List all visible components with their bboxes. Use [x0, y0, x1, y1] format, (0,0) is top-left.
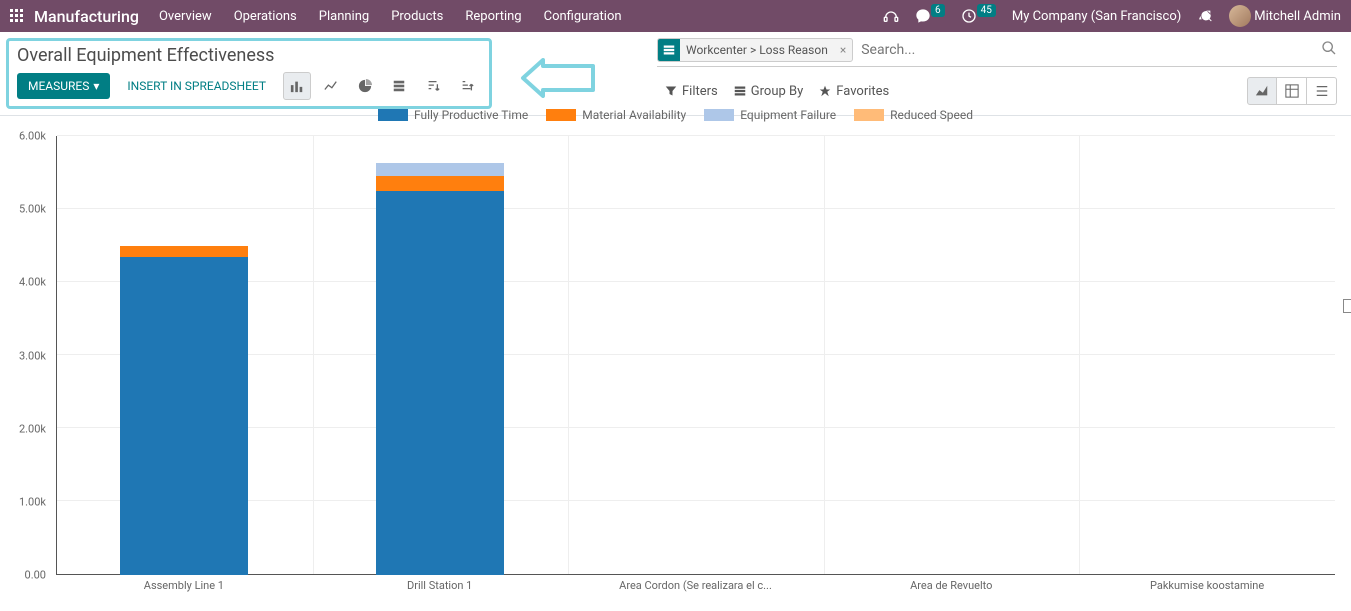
bar-segment [120, 246, 248, 257]
menu-products[interactable]: Products [391, 9, 443, 24]
view-switcher [1247, 77, 1337, 105]
favorites-button[interactable]: Favorites [811, 80, 897, 103]
search-panel: Workcenter > Loss Reason × Filters Group… [657, 38, 1337, 105]
legend-label: Fully Productive Time [414, 108, 528, 122]
caret-down-icon: ▾ [93, 79, 99, 93]
top-nav: Manufacturing Overview Operations Planni… [0, 0, 1351, 32]
tool-row: Filters Group By Favorites [657, 77, 1337, 105]
insert-spreadsheet-button[interactable]: INSERT IN SPREADSHEET [116, 73, 277, 99]
y-tick: 0.00 [25, 569, 46, 582]
user-menu[interactable]: Mitchell Admin [1229, 5, 1341, 27]
bar-column[interactable] [1143, 136, 1271, 575]
list-view-icon[interactable] [1307, 77, 1337, 105]
legend-label: Material Availability [582, 108, 686, 122]
bar-segment [376, 163, 504, 176]
x-label: Area de Revuelto [910, 579, 992, 592]
bar-column[interactable] [376, 136, 504, 575]
y-tick: 4.00k [19, 276, 46, 289]
chart-plot: 0.00 1.00k 2.00k 3.00k 4.00k 5.00k 6.00k Assem… [10, 128, 1341, 611]
measures-button[interactable]: MEASURES ▾ [17, 73, 110, 99]
sort-asc-icon[interactable] [453, 72, 481, 100]
measures-label: MEASURES [28, 79, 89, 93]
y-tick: 5.00k [19, 203, 46, 216]
search-icon[interactable] [1321, 40, 1337, 60]
groupby-facet-icon [658, 39, 680, 61]
groupby-label: Group By [751, 84, 804, 99]
x-label: Area Cordon (Se realizara el c... [619, 579, 772, 592]
bar-segment [376, 191, 504, 575]
page-title: Overall Equipment Effectiveness [17, 45, 481, 66]
legend-item[interactable]: Material Availability [546, 108, 686, 122]
debug-icon[interactable] [1197, 8, 1213, 24]
arrow-annotation [518, 58, 598, 102]
highlighted-region: Overall Equipment Effectiveness MEASURES… [6, 38, 492, 109]
menu-configuration[interactable]: Configuration [544, 9, 622, 24]
menu-reporting[interactable]: Reporting [465, 9, 521, 24]
favorites-label: Favorites [836, 84, 889, 99]
pie-chart-icon[interactable] [351, 72, 379, 100]
y-tick: 6.00k [19, 130, 46, 143]
apps-icon[interactable] [10, 9, 24, 23]
search-facet: Workcenter > Loss Reason × [657, 38, 853, 62]
company-switcher[interactable]: My Company (San Francisco) [1012, 9, 1181, 24]
bar-segment [120, 257, 248, 575]
legend-item[interactable]: Equipment Failure [704, 108, 836, 122]
x-label: Drill Station 1 [407, 579, 472, 592]
support-icon[interactable] [883, 8, 899, 24]
search-input[interactable] [853, 40, 1321, 60]
bar-segment [376, 176, 504, 191]
x-axis-labels: Assembly Line 1 Drill Station 1 Area Cordo… [56, 579, 1335, 599]
legend-swatch [854, 109, 884, 121]
messaging-icon[interactable]: 6 [915, 8, 945, 24]
topnav-right: 6 45 My Company (San Francisco) Mitchell… [883, 5, 1341, 27]
pivot-view-icon[interactable] [1277, 77, 1307, 105]
legend-item[interactable]: Reduced Speed [854, 108, 973, 122]
activity-badge: 45 [977, 4, 996, 17]
sort-desc-icon[interactable] [419, 72, 447, 100]
app-brand[interactable]: Manufacturing [34, 7, 139, 26]
bar-column[interactable] [120, 136, 248, 575]
y-tick: 3.00k [19, 349, 46, 362]
graph-view-icon[interactable] [1247, 77, 1277, 105]
legend-label: Equipment Failure [740, 108, 836, 122]
y-tick: 2.00k [19, 422, 46, 435]
x-label: Pakkumise koostamine [1150, 579, 1264, 592]
bar-column[interactable] [632, 136, 760, 575]
facet-remove-icon[interactable]: × [834, 43, 852, 57]
search-row: Workcenter > Loss Reason × [657, 38, 1337, 67]
user-name: Mitchell Admin [1254, 9, 1341, 24]
menu-operations[interactable]: Operations [234, 9, 297, 24]
menu-overview[interactable]: Overview [159, 9, 212, 24]
right-edge-handle[interactable] [1343, 299, 1351, 313]
y-tick: 1.00k [19, 495, 46, 508]
left-toolbar: MEASURES ▾ INSERT IN SPREADSHEET [17, 72, 481, 100]
legend-item[interactable]: Fully Productive Time [378, 108, 528, 122]
filters-label: Filters [682, 84, 718, 99]
bar-chart-icon[interactable] [283, 72, 311, 100]
chart-legend: Fully Productive Time Material Availabili… [0, 104, 1351, 124]
stacked-icon[interactable] [385, 72, 413, 100]
chart-bars [56, 136, 1335, 575]
legend-swatch [704, 109, 734, 121]
bar-column[interactable] [887, 136, 1015, 575]
avatar [1229, 5, 1251, 27]
groupby-button[interactable]: Group By [726, 80, 812, 103]
activity-icon[interactable]: 45 [961, 8, 996, 24]
main-menu: Overview Operations Planning Products Re… [159, 9, 622, 24]
legend-label: Reduced Speed [890, 108, 973, 122]
x-label: Assembly Line 1 [144, 579, 224, 592]
messaging-badge: 6 [931, 4, 945, 17]
legend-swatch [378, 109, 408, 121]
filters-button[interactable]: Filters [657, 80, 726, 103]
facet-label: Workcenter > Loss Reason [680, 43, 834, 57]
chart-container: Fully Productive Time Material Availabili… [0, 104, 1351, 611]
line-chart-icon[interactable] [317, 72, 345, 100]
legend-swatch [546, 109, 576, 121]
menu-planning[interactable]: Planning [319, 9, 369, 24]
y-axis: 0.001.00k2.00k3.00k4.00k5.00k6.00k [10, 136, 50, 575]
